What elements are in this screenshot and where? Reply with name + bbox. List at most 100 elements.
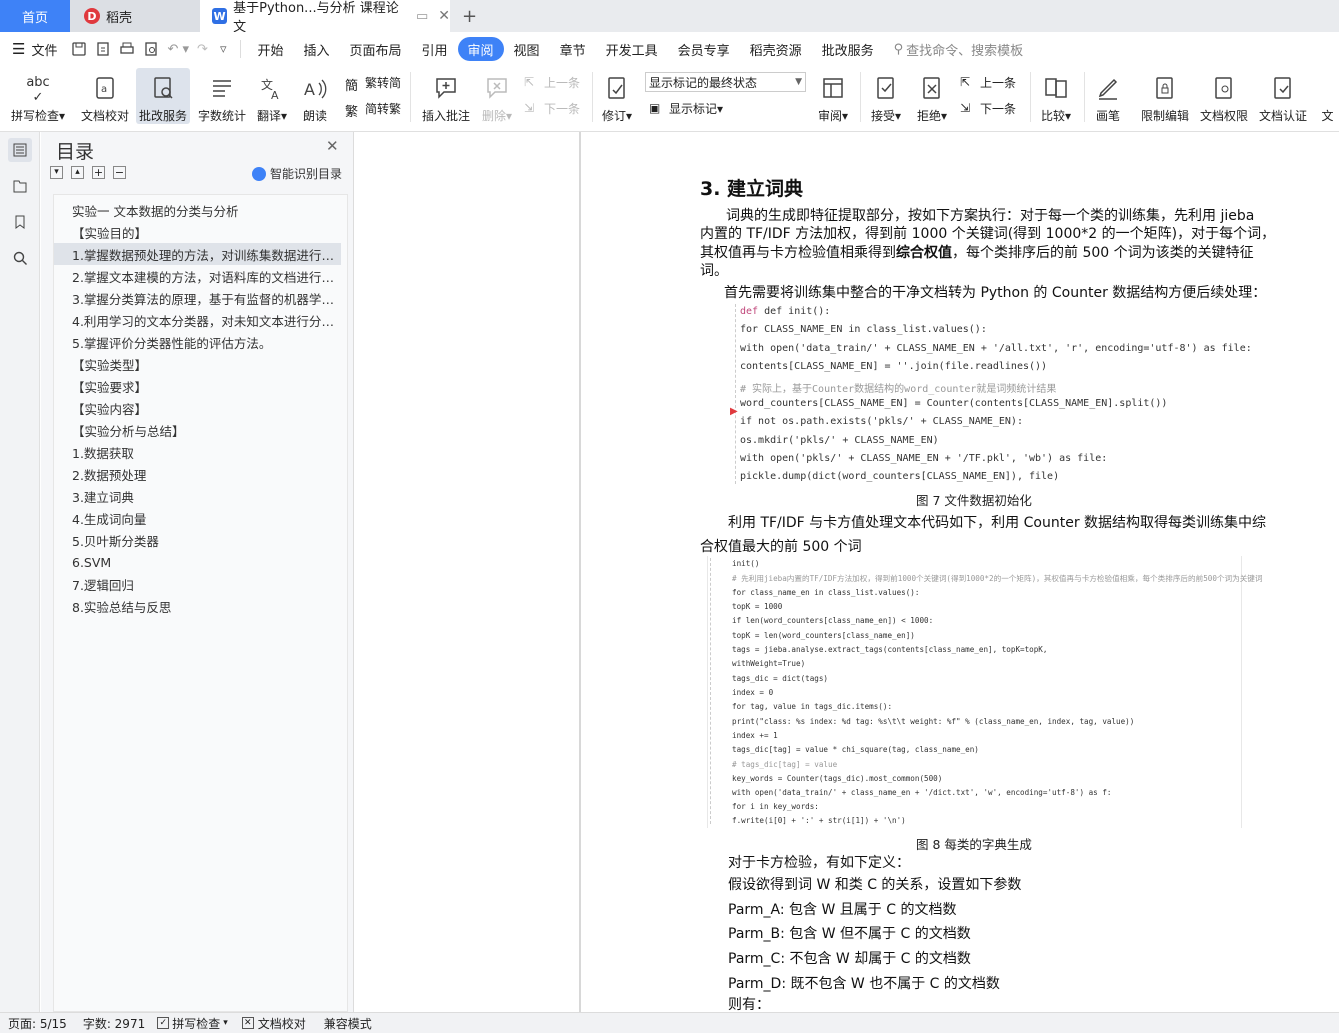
toc-item[interactable]: 5.贝叶斯分类器 [54,529,341,551]
menu-layout[interactable]: 页面布局 [340,37,412,61]
next-change-button[interactable]: ⇲ 下一条 [960,100,1016,117]
export-pdf-icon[interactable] [91,37,115,61]
chapter-nav-icon[interactable] [8,174,32,198]
toc-item[interactable]: 4.利用学习的文本分类器，对未知文本进行分类判别； [54,309,341,331]
collapse-down-icon[interactable]: ▾ [50,166,63,179]
word-count-indicator[interactable]: 字数: 2971 [83,1015,145,1032]
tab-daoke[interactable]: D 稻壳 [70,0,200,32]
file-menu[interactable]: ☰ 文件 [0,37,67,61]
menu-member[interactable]: 会员专享 [668,37,740,61]
spell-check-status[interactable]: ✓ 拼写检查 ▾ [157,1015,228,1032]
close-icon[interactable]: ✕ [326,137,339,155]
prev-comment-button[interactable]: ⇱ 上一条 [524,74,580,91]
quick-access-dropdown-icon[interactable]: ▿ [212,37,235,61]
insert-comment-button[interactable]: 插入批注 [418,68,474,124]
compat-mode-indicator: 兼容模式 [323,1016,372,1031]
proofread-status[interactable]: ✕ 文档校对 [241,1015,306,1032]
pen-button[interactable]: 画笔 [1090,68,1126,124]
chevron-down-icon: ▾ [223,1018,228,1028]
toc-item[interactable]: 【实验内容】 [54,397,341,419]
svg-text:A: A [271,89,279,101]
toc-item[interactable]: 8.实验总结与反思 [54,595,341,617]
paragraph-line: 词。 [700,263,728,279]
menu-view[interactable]: 视图 [504,37,550,61]
page-indicator[interactable]: 页面: 5/15 [8,1015,67,1032]
menu-review[interactable]: 审阅 [457,37,504,61]
prev-comment-icon: ⇱ [524,74,535,89]
toc-item[interactable]: 1.数据获取 [54,441,341,463]
menu-references[interactable]: 引用 [412,37,458,61]
document-permission-icon [1215,77,1232,99]
next-comment-button[interactable]: ⇲ 下一条 [524,100,580,117]
delete-comment-button[interactable]: 删除▾ [478,68,516,124]
save-icon[interactable] [67,37,91,61]
toc-item-selected[interactable]: 1.掌握数据预处理的方法，对训练集数据进行预处理； [54,243,341,265]
track-changes-button[interactable]: 修订▾ [598,68,636,124]
code-figure-1: ▶ def def init(): for CLASS_NAME_EN in c… [730,302,1265,488]
toc-panel: 目录 ✕ ▾ ▴ + − 智能识别目录 实验一 文本数据的分类与分析 【实验目的… [41,132,354,1012]
translate-button[interactable]: 文A 翻译▾ [252,68,292,124]
accept-change-button[interactable]: 接受▾ [866,68,906,124]
bookmark-icon[interactable] [8,210,32,234]
menu-grade-service[interactable]: 批改服务 [812,37,884,61]
expand-icon[interactable]: + [92,166,105,179]
markup-mode-select[interactable]: 显示标记的最终状态 ▼ [645,72,806,92]
command-search[interactable]: ⚲ 查找命令、搜索模板 [884,37,1034,61]
toc-item[interactable]: 2.数据预处理 [54,463,341,485]
restrict-editing-button[interactable]: 限制编辑 [1138,68,1192,124]
grade-service-button[interactable]: 批改服务 [136,68,190,124]
toc-item[interactable]: 实验一 文本数据的分类与分析 [54,199,341,221]
outline-icon[interactable] [8,138,32,162]
pin-window-icon[interactable]: ▭ [416,9,428,24]
review-pane-button[interactable]: 审阅▾ [814,68,852,124]
menu-start[interactable]: 开始 [247,37,293,61]
search-icon[interactable] [8,246,32,270]
document-permission-button[interactable]: 文档权限 [1197,68,1251,124]
document-certify-button[interactable]: 文档认证 [1256,68,1310,124]
simp-to-trad-button[interactable]: 繁简转繁 [345,100,401,120]
reject-change-button[interactable]: 拒绝▾ [912,68,952,124]
menu-developer[interactable]: 开发工具 [596,37,668,61]
tab-bar: 首页 D 稻壳 W 基于Python...与分析 课程论文 ▭ ✕ + [0,0,1339,35]
menu-chapter[interactable]: 章节 [550,37,596,61]
close-tab-icon[interactable]: ✕ [438,8,450,24]
grade-service-label: 批改服务 [138,109,187,123]
tab-document[interactable]: W 基于Python...与分析 课程论文 ▭ ✕ [200,0,450,35]
toc-item[interactable]: 4.生成词向量 [54,507,341,529]
tab-home[interactable]: 首页 [0,0,70,32]
toc-item[interactable]: 7.逻辑回归 [54,573,341,595]
read-aloud-button[interactable]: A 朗读 [296,68,334,124]
more-ribbon-button[interactable]: 文 [1316,68,1339,124]
toc-item[interactable]: 5.掌握评价分类器性能的评估方法。 [54,331,341,353]
toc-item[interactable]: 6.SVM [54,551,341,573]
menu-daoke-resources[interactable]: 稻壳资源 [740,37,812,61]
trad-to-simp-button[interactable]: 簡繁转简 [345,74,401,94]
document-proofread-button[interactable]: a 文档校对 [76,68,134,124]
menu-daoke-resources-label: 稻壳资源 [749,43,802,59]
toc-item[interactable]: 【实验类型】 [54,353,341,375]
collapse-icon[interactable]: − [113,166,126,179]
paragraph-line: 合权值最大的前 500 个词 [700,539,862,555]
toc-item[interactable]: 【实验目的】 [54,221,341,243]
toc-item[interactable]: 3.掌握分类算法的原理，基于有监督的机器学习方法，训练文本分类器； [54,287,341,309]
toc-item[interactable]: 2.掌握文本建模的方法，对语料库的文档进行建模； [54,265,341,287]
redo-icon[interactable]: ↷ [193,37,212,61]
word-count-button[interactable]: 字数统计 [196,68,248,124]
toc-item[interactable]: 【实验要求】 [54,375,341,397]
print-preview-icon[interactable] [139,37,163,61]
prev-change-button[interactable]: ⇱ 上一条 [960,74,1016,91]
compare-button[interactable]: 比较▾ [1036,68,1076,124]
collapse-up-icon[interactable]: ▴ [71,166,84,179]
undo-icon[interactable]: ↶ ▾ [163,37,193,61]
toc-item[interactable]: 【实验分析与总结】 [54,419,341,441]
smart-toc-button[interactable]: 智能识别目录 [252,165,342,182]
spell-check-button[interactable]: abc ✓ 拼写检查▾ [8,68,68,124]
menu-grade-service-label: 批改服务 [821,43,874,59]
toc-item[interactable]: 3.建立词典 [54,485,341,507]
show-markup-button[interactable]: ▣ 显示标记 ▾ [649,100,723,117]
paragraph-line: 首先需要将训练集中整合的干净文档转为 Python 的 Counter 数据结构… [724,285,1267,301]
ribbon-separator [1030,72,1031,122]
menu-insert[interactable]: 插入 [293,37,339,61]
new-tab-icon[interactable]: + [462,6,477,27]
print-icon[interactable] [115,37,139,61]
